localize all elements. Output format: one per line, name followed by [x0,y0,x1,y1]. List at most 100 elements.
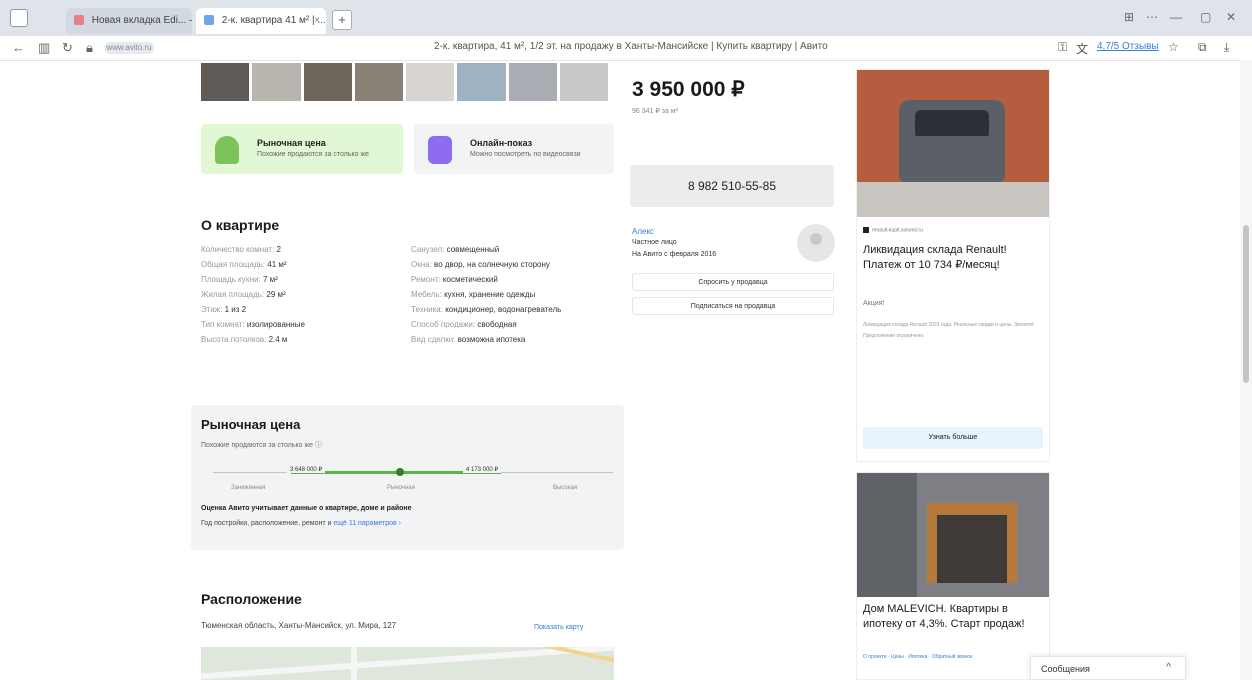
photo-thumbnail[interactable] [508,63,557,101]
ad-malevich[interactable]: Дом MALEVICH. Квартиры в ипотеку от 4,3%… [856,472,1050,680]
seller-type: Частное лицо [632,239,677,246]
photo-thumbnail[interactable] [201,63,250,101]
tab-active[interactable]: 2-к. квартира 41 м² | ... × [196,8,326,34]
tab-inactive[interactable]: Новая вкладка Edi... — Rev [66,8,192,34]
badge-title: Онлайн-показ [470,138,533,148]
minimize-icon[interactable]: — [1170,10,1182,24]
seller-avatar[interactable] [797,224,835,262]
ad-learn-more-button[interactable]: Узнать больше [863,427,1043,449]
ad-title[interactable]: Ликвидация склада Renault! Платеж от 10 … [863,243,1047,273]
param-row: Высота потолков: 2.4 м [201,335,288,344]
ad-description: Ликвидация склада Renault 2023 года. Реа… [863,322,1035,339]
market-subtitle: Похожие продаются за столько же ⓘ [201,442,323,449]
extensions-icon[interactable]: ⊞ [1124,10,1134,24]
tab-favicon-icon [204,15,214,26]
location-address: Тюменская область, Ханты-Мансийск, ул. М… [201,621,397,630]
param-row: Ремонт: косметический [411,275,498,284]
ask-seller-button[interactable]: Спросить у продавца [632,273,834,291]
param-row: Этаж: 1 из 2 [201,305,247,314]
translate-icon[interactable]: 文 [1076,40,1088,57]
scrollbar-thumb[interactable] [1243,225,1249,383]
about-title: О квартире [201,217,280,233]
scale-label-mid: Рыночная [387,485,415,491]
photo-gallery[interactable] [201,63,608,101]
settings-dots-icon[interactable]: ⋯ [1146,10,1158,24]
seller-name-link[interactable]: Алекс [632,227,654,236]
photo-thumbnail[interactable] [252,63,301,101]
tab-close-icon[interactable]: × [314,8,320,34]
param-row: Общая площадь: 41 м² [201,260,287,269]
tab-actions-icon[interactable] [10,9,28,27]
param-row: Способ продажи: свободная [411,320,517,329]
param-row: Вид сделки: возможна ипотека [411,335,526,344]
page-title-in-bar: 2-к. квартира, 41 м², 1/2 эт. на продажу… [434,41,828,52]
show-phone-button[interactable]: 8 982 510-55-85 [630,165,834,207]
key-icon[interactable]: ⚿ [1058,40,1067,55]
download-icon[interactable]: ⤓ [1224,40,1229,55]
param-row: Количество комнат: 2 [201,245,281,254]
photo-thumbnail[interactable] [354,63,403,101]
ad-source: renault-kupit.avtomir.ru [863,227,923,233]
close-window-icon[interactable]: ✕ [1226,10,1236,24]
photo-thumbnail[interactable] [406,63,455,101]
video-call-icon [428,136,452,164]
lock-icon: 🔒︎ [86,40,93,55]
price-tag-icon [215,136,239,164]
range-high: 4 173 000 ₽ [463,466,502,473]
rating-link[interactable]: 4,7/5 Отзывы [1097,41,1159,52]
market-price-section: Рыночная цена Похожие продаются за столь… [191,405,624,550]
tab-favicon-icon [74,15,84,26]
param-row: Тип комнат: изолированные [201,320,305,329]
listing-price: 3 950 000 ₽ [632,78,745,101]
photo-thumbnail[interactable] [303,63,352,101]
reload-icon[interactable]: ↻ [62,40,73,56]
param-row: Техника: кондиционер, водонагреватель [411,305,562,314]
show-map-link[interactable]: Показать карту [534,624,583,631]
messages-widget[interactable]: Сообщения ^ [1030,656,1186,680]
market-title: Рыночная цена [201,417,301,432]
subscribe-seller-button[interactable]: Подписаться на продавца [632,297,834,315]
tab-label: Новая вкладка Edi... — Rev [91,15,192,26]
ad-links[interactable]: О проекте · Цены · Ипотека · Обратный зв… [863,654,972,660]
tab-label: 2-к. квартира 41 м² | ... [221,15,326,26]
param-row: Окна: во двор, на солнечную сторону [411,260,550,269]
param-row: Площадь кухни: 7 м² [201,275,278,284]
price-per-meter: 96 341 ₽ за м² [632,108,678,115]
bookmark-icon[interactable]: ☆ [1168,40,1179,54]
ad-source-icon [863,227,869,233]
page-scrollbar[interactable] [1240,60,1252,680]
new-tab-button[interactable]: + [332,10,352,30]
ad-renault[interactable]: renault-kupit.avtomir.ru Ликвидация скла… [856,69,1050,462]
range-low: 3 648 000 ₽ [287,466,326,473]
market-note: Оценка Авито учитывает данные о квартире… [201,505,412,512]
params-right: Санузел: совмещенный Окна: во двор, на с… [411,242,561,347]
market-price-badge[interactable]: Рыночная цена Похожие продаются за столь… [201,124,403,174]
sidebar-toggle-icon[interactable]: ▥ [38,40,50,56]
ad-image[interactable] [857,473,1049,597]
ad-title[interactable]: Дом MALEVICH. Квартиры в ипотеку от 4,3%… [863,602,1045,632]
collections-icon[interactable]: ⧉ [1198,40,1207,55]
more-params-link[interactable]: ещё 11 параметров › [333,520,401,527]
messages-label: Сообщения [1041,664,1090,674]
chevron-up-icon[interactable]: ^ [1166,662,1171,673]
param-row: Мебель: кухня, хранение одежды [411,290,536,299]
location-title: Расположение [201,591,302,607]
badge-subtitle: Можно посмотреть по видеосвязи [470,151,581,158]
photo-thumbnail[interactable] [559,63,608,101]
address-bar: ← ▥ ↻ 🔒︎ www.avito.ru 2-к. квартира, 41 … [0,36,1252,61]
scale-label-high: Высокая [553,485,578,491]
param-row: Жилая площадь: 29 м² [201,290,286,299]
photo-thumbnail[interactable] [457,63,506,101]
back-icon[interactable]: ← [12,40,25,55]
badge-title: Рыночная цена [257,138,326,148]
online-showing-badge[interactable]: Онлайн-показ Можно посмотреть по видеосв… [414,124,614,174]
location-map[interactable] [201,647,614,680]
param-row: Санузел: совмещенный [411,245,500,254]
params-left: Количество комнат: 2 Общая площадь: 41 м… [201,242,305,347]
url-input[interactable]: www.avito.ru [104,42,154,54]
ad-image[interactable] [857,70,1049,217]
badge-subtitle: Похожие продаются за столько же [257,151,370,158]
ad-tag: Акция! [863,300,885,307]
maximize-icon[interactable]: ▢ [1200,10,1211,24]
current-price-marker [396,468,405,476]
